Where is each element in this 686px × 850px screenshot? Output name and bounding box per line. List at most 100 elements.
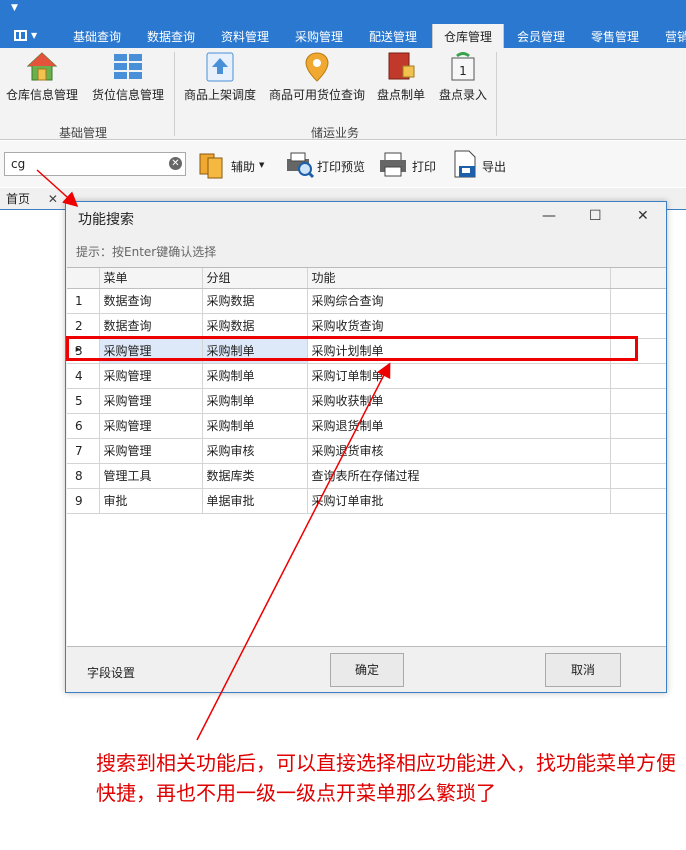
- close-icon[interactable]: ✕: [48, 192, 58, 206]
- tab-purchase-management[interactable]: 采购管理: [295, 24, 343, 48]
- group-label-storage: 储运业务: [311, 126, 360, 140]
- search-input[interactable]: [5, 153, 155, 175]
- cell-group: 单据审批: [202, 488, 308, 514]
- menu-bar: ▼ 基础查询 数据查询 资料管理 采购管理 配送管理 仓库管理 会员管理 零售管…: [0, 24, 686, 48]
- export-button[interactable]: 导出: [450, 149, 512, 179]
- tab-marketing[interactable]: 营销: [665, 24, 686, 48]
- assist-button[interactable]: 辅助 ▼: [197, 149, 267, 179]
- cell-group: 采购数据: [202, 288, 308, 314]
- group-label-basic: 基础管理: [59, 126, 108, 140]
- table-row[interactable]: 5 采购管理 采购制单 采购收获制单: [67, 388, 666, 414]
- row-index: 1: [67, 288, 100, 314]
- close-icon[interactable]: ✕: [637, 208, 649, 224]
- print-preview-button[interactable]: 打印预览: [285, 149, 369, 179]
- table-row[interactable]: 7 采购管理 采购审核 采购退货审核: [67, 438, 666, 464]
- cell-group: 采购数据: [202, 313, 308, 339]
- cell-group: 数据库类: [202, 463, 308, 489]
- ribbon-separator: [496, 52, 497, 136]
- highlight-box: [66, 336, 638, 361]
- table-header: 菜单 分组 功能: [67, 268, 666, 289]
- printer-icon: [378, 149, 408, 179]
- cell-filler: [610, 388, 666, 414]
- cell-menu: 采购管理: [99, 388, 203, 414]
- ok-button[interactable]: 确定: [330, 653, 404, 687]
- row-index: 6: [67, 413, 100, 439]
- table-row[interactable]: 1 数据查询 采购数据 采购综合查询: [67, 288, 666, 314]
- header-group[interactable]: 分组: [202, 268, 308, 289]
- cancel-button[interactable]: 取消: [545, 653, 621, 687]
- inventory-order-button[interactable]: 盘点制单: [374, 50, 428, 103]
- assist-label: 辅助: [231, 160, 256, 174]
- cell-function: 采购收货查询: [307, 313, 611, 339]
- row-index: 9: [67, 488, 100, 514]
- ribbon-separator: [174, 52, 175, 136]
- row-index: 5: [67, 388, 100, 414]
- tab-data-query[interactable]: 数据查询: [147, 24, 195, 48]
- maximize-icon[interactable]: ☐: [589, 208, 602, 224]
- dialog-hint: 提示：按Enter键确认选择: [76, 245, 217, 259]
- table-row[interactable]: 8 管理工具 数据库类 查询表所在存储过程: [67, 463, 666, 489]
- results-grid: 菜单 分组 功能 1 数据查询 采购数据 采购综合查询 2 数据查询 采购数据 采购收货查询 3…: [67, 267, 666, 647]
- books-icon: [197, 149, 227, 179]
- cell-filler: [610, 488, 666, 514]
- shelving-schedule-button[interactable]: 商品上架调度: [182, 50, 258, 103]
- cell-menu: 数据查询: [99, 313, 203, 339]
- ribbon: 仓库信息管理 货位信息管理 基础管理 商品上架调度 商品可用货位查询 盘点制单 …: [0, 48, 686, 140]
- cell-group: 采购审核: [202, 438, 308, 464]
- inventory-order-label: 盘点制单: [376, 88, 425, 102]
- calendar-icon: 1: [447, 50, 479, 84]
- doc-tab-home[interactable]: 首页 ✕: [0, 188, 64, 210]
- quick-access-dropdown-icon[interactable]: ▼: [11, 3, 18, 13]
- cell-function: 采购订单制单: [307, 363, 611, 389]
- cell-group: 采购制单: [202, 388, 308, 414]
- cell-filler: [610, 313, 666, 339]
- inventory-entry-button[interactable]: 1 盘点录入: [436, 50, 490, 103]
- cell-filler: [610, 463, 666, 489]
- svg-text:1: 1: [459, 64, 467, 78]
- table-row[interactable]: 2 数据查询 采购数据 采购收货查询: [67, 313, 666, 339]
- location-info-label: 货位信息管理: [91, 88, 164, 102]
- tab-retail-management[interactable]: 零售管理: [591, 24, 639, 48]
- print-preview-icon: [285, 149, 315, 179]
- location-info-button[interactable]: 货位信息管理: [90, 50, 166, 103]
- cell-menu: 审批: [99, 488, 203, 514]
- minimize-icon[interactable]: —: [542, 208, 556, 224]
- cell-function: 查询表所在存储过程: [307, 463, 611, 489]
- upload-icon: [204, 50, 236, 84]
- available-location-query-button[interactable]: 商品可用货位查询: [268, 50, 366, 103]
- location-pin-icon: [301, 50, 333, 84]
- app-menu-button[interactable]: ▼: [12, 28, 40, 44]
- cell-function: 采购退货制单: [307, 413, 611, 439]
- tab-warehouse-management[interactable]: 仓库管理: [432, 24, 505, 48]
- cell-menu: 采购管理: [99, 363, 203, 389]
- row-index: 8: [67, 463, 100, 489]
- print-preview-label: 打印预览: [317, 160, 366, 174]
- title-bar: ▼: [0, 0, 686, 24]
- row-index: 7: [67, 438, 100, 464]
- field-settings-button[interactable]: 字段设置: [87, 664, 135, 681]
- doc-tab-home-label: 首页: [6, 192, 31, 206]
- app-menu-icon: [14, 30, 27, 41]
- row-index: 2: [67, 313, 100, 339]
- print-button[interactable]: 打印: [378, 149, 440, 179]
- cell-filler: [610, 363, 666, 389]
- tab-basic-query[interactable]: 基础查询: [73, 24, 121, 48]
- cell-function: 采购综合查询: [307, 288, 611, 314]
- tab-data-management[interactable]: 资料管理: [221, 24, 269, 48]
- warehouse-info-label: 仓库信息管理: [5, 88, 78, 102]
- table-row[interactable]: 9 审批 单据审批 采购订单审批: [67, 488, 666, 514]
- chevron-down-icon: ▼: [259, 161, 265, 169]
- function-search-dialog: 功能搜索 — ☐ ✕ 提示：按Enter键确认选择 菜单 分组 功能 1 数据查询…: [65, 201, 667, 693]
- header-menu[interactable]: 菜单: [99, 268, 203, 289]
- table-row[interactable]: 6 采购管理 采购制单 采购退货制单: [67, 413, 666, 439]
- house-icon: [26, 50, 58, 84]
- cell-filler: [610, 413, 666, 439]
- warehouse-info-button[interactable]: 仓库信息管理: [4, 50, 80, 103]
- search-box[interactable]: ✕: [4, 152, 186, 176]
- tab-member-management[interactable]: 会员管理: [517, 24, 565, 48]
- clear-icon[interactable]: ✕: [169, 157, 182, 170]
- table-row[interactable]: 4 采购管理 采购制单 采购订单制单: [67, 363, 666, 389]
- tab-delivery-management[interactable]: 配送管理: [369, 24, 417, 48]
- header-function[interactable]: 功能: [307, 268, 611, 289]
- header-filler: [610, 268, 666, 289]
